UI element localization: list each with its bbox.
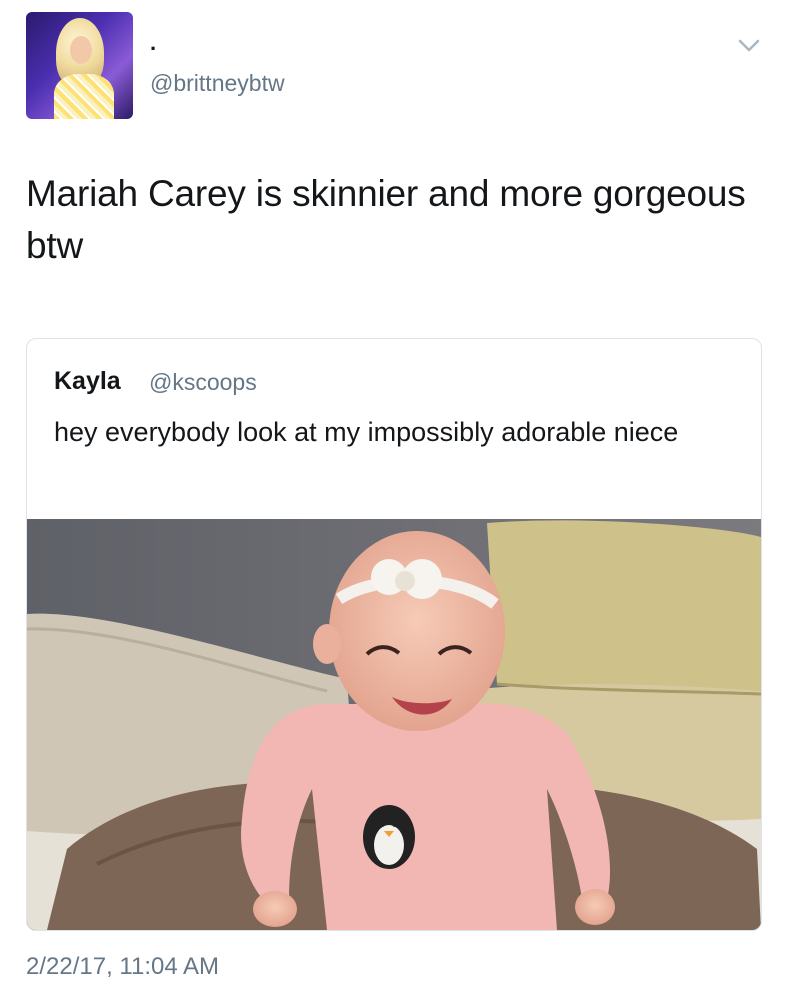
quoted-author-name: Kayla: [54, 367, 121, 395]
tweet-timestamp[interactable]: 2/22/17, 11:04 AM: [26, 953, 219, 981]
chevron-down-icon[interactable]: [737, 33, 761, 57]
photo-illustration: [27, 519, 761, 930]
quoted-tweet-card[interactable]: Kayla @kscoops hey everybody look at my …: [26, 338, 762, 931]
author-display-name[interactable]: .: [150, 30, 156, 56]
quoted-tweet-text: hey everybody look at my impossibly ador…: [54, 417, 679, 447]
quoted-tweet-photo[interactable]: [27, 519, 761, 930]
avatar-face: [70, 36, 92, 64]
tweet-text: Mariah Carey is skinnier and more gorgeo…: [26, 173, 746, 266]
quoted-author-handle: @kscoops: [149, 369, 257, 395]
author-avatar[interactable]: [26, 12, 133, 119]
avatar-outfit: [54, 74, 114, 119]
author-handle[interactable]: @brittneybtw: [150, 70, 285, 97]
